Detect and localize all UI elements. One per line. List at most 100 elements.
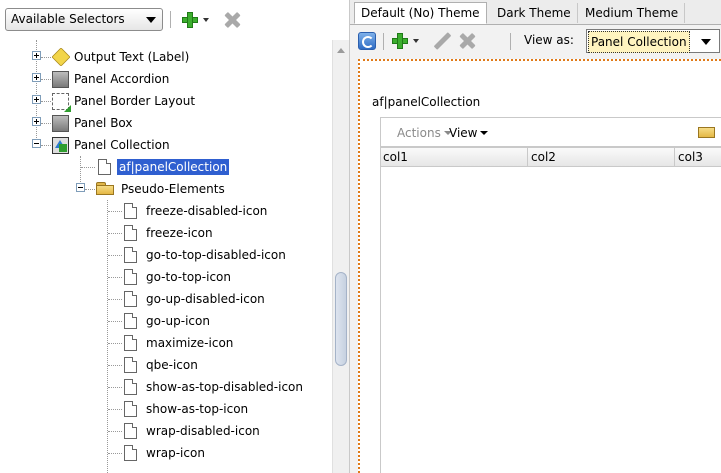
tree-item-pseudo-elements[interactable]: Pseudo-Elements [0,178,332,200]
tree-item-pseudo[interactable]: maximize-icon [0,332,332,354]
tree-item-panel-border-layout[interactable]: Panel Border Layout [0,90,332,112]
actions-menu[interactable]: Actions [397,126,452,140]
tree-item-pseudo[interactable]: freeze-icon [0,222,332,244]
toolbar-separator [170,11,171,28]
document-icon [124,225,137,241]
document-icon [124,335,137,351]
tree-item-label: show-as-top-icon [146,402,249,416]
pencil-icon[interactable] [432,31,452,51]
tree-item-label: go-to-top-icon [146,270,231,284]
refresh-icon[interactable] [358,32,376,50]
document-icon [124,247,137,263]
collapse-minus-icon[interactable] [76,183,85,192]
available-selectors-label: Available Selectors [11,12,125,26]
view-as-select[interactable]: Panel Collection [586,29,720,53]
tree-item-pseudo[interactable]: wrap-icon [0,442,332,464]
chevron-down-icon [480,131,489,135]
panel-icon [52,115,69,132]
tab-dark-theme[interactable]: Dark Theme [491,3,578,23]
column-header-col2[interactable]: col2 [531,150,556,164]
panel-collection-icon [52,137,69,154]
tree-item-label: go-up-disabled-icon [146,292,265,306]
table-body [380,167,721,473]
actions-menu-label: Actions [397,126,441,140]
document-icon [98,159,111,175]
delete-x-icon[interactable] [457,31,477,51]
tree-vertical-scrollbar[interactable] [332,40,349,473]
column-header-col1[interactable]: col1 [383,150,408,164]
tree-item-pseudo[interactable]: show-as-top-icon [0,398,332,420]
tree-item-label: Panel Accordion [74,72,170,86]
tab-default-theme[interactable]: Default (No) Theme [354,2,487,24]
toolbar-separator [510,33,511,50]
view-as-label: View as: [524,33,574,47]
folder-open-icon [96,182,115,196]
scroll-up-arrow-icon[interactable] [337,48,345,53]
document-icon [124,269,137,285]
document-icon [124,357,137,373]
tree-item-pseudo[interactable]: wrap-disabled-icon [0,420,332,442]
tree-item-pseudo[interactable]: go-to-top-icon [0,266,332,288]
selectors-toolbar: Available Selectors [0,0,349,40]
tree-item-pseudo[interactable]: go-up-disabled-icon [0,288,332,310]
tree-item-label: show-as-top-disabled-icon [146,380,303,394]
available-selectors-button[interactable]: Available Selectors [5,8,163,31]
document-icon [124,423,137,439]
plus-icon[interactable] [180,10,200,30]
border-layout-icon [52,93,71,112]
tree-item-label: maximize-icon [146,336,234,350]
add-dropdown-caret-icon[interactable] [413,39,419,43]
view-menu[interactable]: View [449,126,489,140]
tree-item-label: go-up-icon [146,314,210,328]
tree-item-panel-collection[interactable]: Panel Collection [0,134,332,156]
tree-item-label: freeze-icon [146,226,213,240]
tree-item-pseudo[interactable]: go-to-top-disabled-icon [0,244,332,266]
tree-item-label: af|panelCollection [117,159,230,175]
tree-item-label: Output Text (Label) [74,50,190,64]
selectors-pane: Available Selectors Output Text (Label) … [0,0,350,473]
tree-item-label: Panel Collection [74,138,170,152]
tree-item-label: qbe-icon [146,358,198,372]
tree-item-pseudo[interactable]: go-up-icon [0,310,332,332]
add-dropdown-caret-icon[interactable] [203,18,209,22]
document-icon [124,401,137,417]
tab-medium-theme[interactable]: Medium Theme [579,3,686,23]
panel-icon [52,71,69,88]
column-header-col3[interactable]: col3 [678,150,703,164]
tree-item-label: freeze-disabled-icon [146,204,268,218]
view-menu-label: View [449,126,478,140]
tree-item-label: Panel Box [74,116,133,130]
tree-item-pseudo[interactable]: freeze-disabled-icon [0,200,332,222]
tree-item-label: Pseudo-Elements [121,182,225,196]
tree-item-label: wrap-icon [146,446,205,460]
expand-plus-icon[interactable] [32,117,41,126]
view-as-value: Panel Collection [588,31,690,53]
expand-plus-icon[interactable] [32,95,41,104]
tree-item-label: Panel Border Layout [74,94,196,108]
tag-icon [51,47,71,67]
scrollbar-thumb[interactable] [335,272,347,366]
panel-collection-toolbar: Actions View [380,117,721,147]
tree-item-output-text[interactable]: Output Text (Label) [0,46,332,68]
folder-icon[interactable] [698,125,715,138]
theme-tabs: Default (No) Theme Dark Theme Medium The… [350,0,721,25]
tree-item-panel-accordion[interactable]: Panel Accordion [0,68,332,90]
collapse-minus-icon[interactable] [32,139,41,148]
chevron-down-icon [146,17,156,23]
chevron-down-icon [701,39,711,45]
tree-item-pseudo[interactable]: qbe-icon [0,354,332,376]
delete-x-icon[interactable] [222,10,242,30]
tree-item-af-panelcollection[interactable]: af|panelCollection [0,156,332,178]
expand-plus-icon[interactable] [32,73,41,82]
plus-icon[interactable] [390,31,410,51]
expand-plus-icon[interactable] [32,51,41,60]
selector-tree: Output Text (Label) Panel Accordion Pane… [0,40,332,473]
tree-item-panel-box[interactable]: Panel Box [0,112,332,134]
tree-item-pseudo[interactable]: show-as-top-disabled-icon [0,376,332,398]
tree-item-label: wrap-disabled-icon [146,424,260,438]
document-icon [124,203,137,219]
document-icon [124,291,137,307]
document-icon [124,379,137,395]
preview-pane: Default (No) Theme Dark Theme Medium The… [350,0,721,473]
component-title: af|panelCollection [372,95,481,109]
